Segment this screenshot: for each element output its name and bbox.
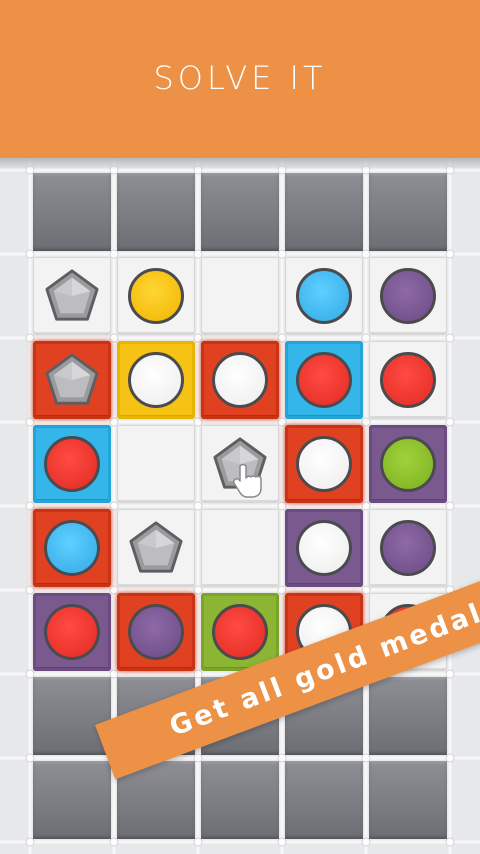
grid-node (361, 417, 371, 427)
white-circle-piece[interactable] (128, 352, 184, 408)
empty-cell (285, 761, 363, 839)
purple-circle-piece[interactable] (128, 604, 184, 660)
grid-node (193, 417, 203, 427)
purple-circle-piece[interactable] (380, 520, 436, 576)
grid-node (193, 333, 203, 343)
white-tile[interactable] (369, 341, 447, 419)
grid-node (445, 333, 455, 343)
grid-node (361, 585, 371, 595)
grid-node (109, 417, 119, 427)
red-tile[interactable] (285, 425, 363, 503)
grid-node (25, 249, 35, 259)
grid-node (193, 837, 203, 847)
grid-node (109, 585, 119, 595)
puzzle-board (0, 158, 480, 854)
white-circle-piece[interactable] (296, 520, 352, 576)
grid-node (109, 249, 119, 259)
grid-node (25, 837, 35, 847)
empty-cell (285, 173, 363, 251)
header-bar: SOLVE IT (0, 0, 480, 158)
empty-cell (201, 761, 279, 839)
grid-node (445, 753, 455, 763)
header-shadow (0, 158, 480, 170)
grid-node (277, 837, 287, 847)
white-tile[interactable] (117, 257, 195, 335)
blue-circle-piece[interactable] (296, 268, 352, 324)
white-tile[interactable] (369, 257, 447, 335)
purple-tile[interactable] (33, 593, 111, 671)
empty-cell (369, 677, 447, 755)
yellow-circle-piece[interactable] (128, 268, 184, 324)
red-circle-piece[interactable] (44, 604, 100, 660)
grid-node (25, 585, 35, 595)
grid-node (109, 333, 119, 343)
pentagon-piece[interactable] (127, 519, 185, 577)
grid-node (25, 501, 35, 511)
grid-node (193, 501, 203, 511)
grid-node (277, 585, 287, 595)
white-tile[interactable] (201, 257, 279, 335)
grid-node (109, 501, 119, 511)
red-circle-piece[interactable] (296, 352, 352, 408)
empty-cell (369, 173, 447, 251)
pentagon-piece[interactable] (43, 267, 101, 325)
white-tile[interactable] (285, 257, 363, 335)
grid-node (361, 249, 371, 259)
red-tile[interactable] (117, 593, 195, 671)
white-tile[interactable] (33, 257, 111, 335)
hand-pointer-icon (233, 463, 262, 498)
white-tile[interactable] (117, 509, 195, 587)
grid-node (361, 837, 371, 847)
grid-node (277, 417, 287, 427)
white-circle-piece[interactable] (212, 352, 268, 408)
empty-cell (33, 173, 111, 251)
purple-tile[interactable] (369, 425, 447, 503)
red-circle-piece[interactable] (212, 604, 268, 660)
purple-circle-piece[interactable] (380, 268, 436, 324)
grid-node (361, 501, 371, 511)
blue-tile[interactable] (33, 425, 111, 503)
page-title: SOLVE IT (153, 59, 327, 97)
blue-tile[interactable] (285, 341, 363, 419)
grid-node (109, 837, 119, 847)
white-tile[interactable] (117, 425, 195, 503)
white-tile[interactable] (369, 509, 447, 587)
purple-tile[interactable] (285, 509, 363, 587)
grid-node (445, 249, 455, 259)
empty-cell (369, 761, 447, 839)
red-tile[interactable] (33, 509, 111, 587)
empty-cell (33, 761, 111, 839)
grid-node (361, 333, 371, 343)
grid-node (277, 249, 287, 259)
red-tile[interactable] (33, 341, 111, 419)
pentagon-piece[interactable] (43, 351, 101, 409)
white-tile[interactable] (201, 509, 279, 587)
grid-node (25, 333, 35, 343)
empty-cell (33, 677, 111, 755)
grid-node (445, 501, 455, 511)
red-circle-piece[interactable] (380, 352, 436, 408)
empty-cell (117, 173, 195, 251)
grid-node (445, 837, 455, 847)
grid-node (193, 585, 203, 595)
grid-node (445, 417, 455, 427)
empty-cell (201, 173, 279, 251)
grid-node (445, 669, 455, 679)
grid-node (277, 501, 287, 511)
yellow-tile[interactable] (117, 341, 195, 419)
green-circle-piece[interactable] (380, 436, 436, 492)
red-circle-piece[interactable] (44, 436, 100, 492)
blue-circle-piece[interactable] (44, 520, 100, 576)
grid-node (277, 333, 287, 343)
grid-node (25, 417, 35, 427)
red-tile[interactable] (201, 341, 279, 419)
grid-node (193, 249, 203, 259)
white-circle-piece[interactable] (296, 436, 352, 492)
